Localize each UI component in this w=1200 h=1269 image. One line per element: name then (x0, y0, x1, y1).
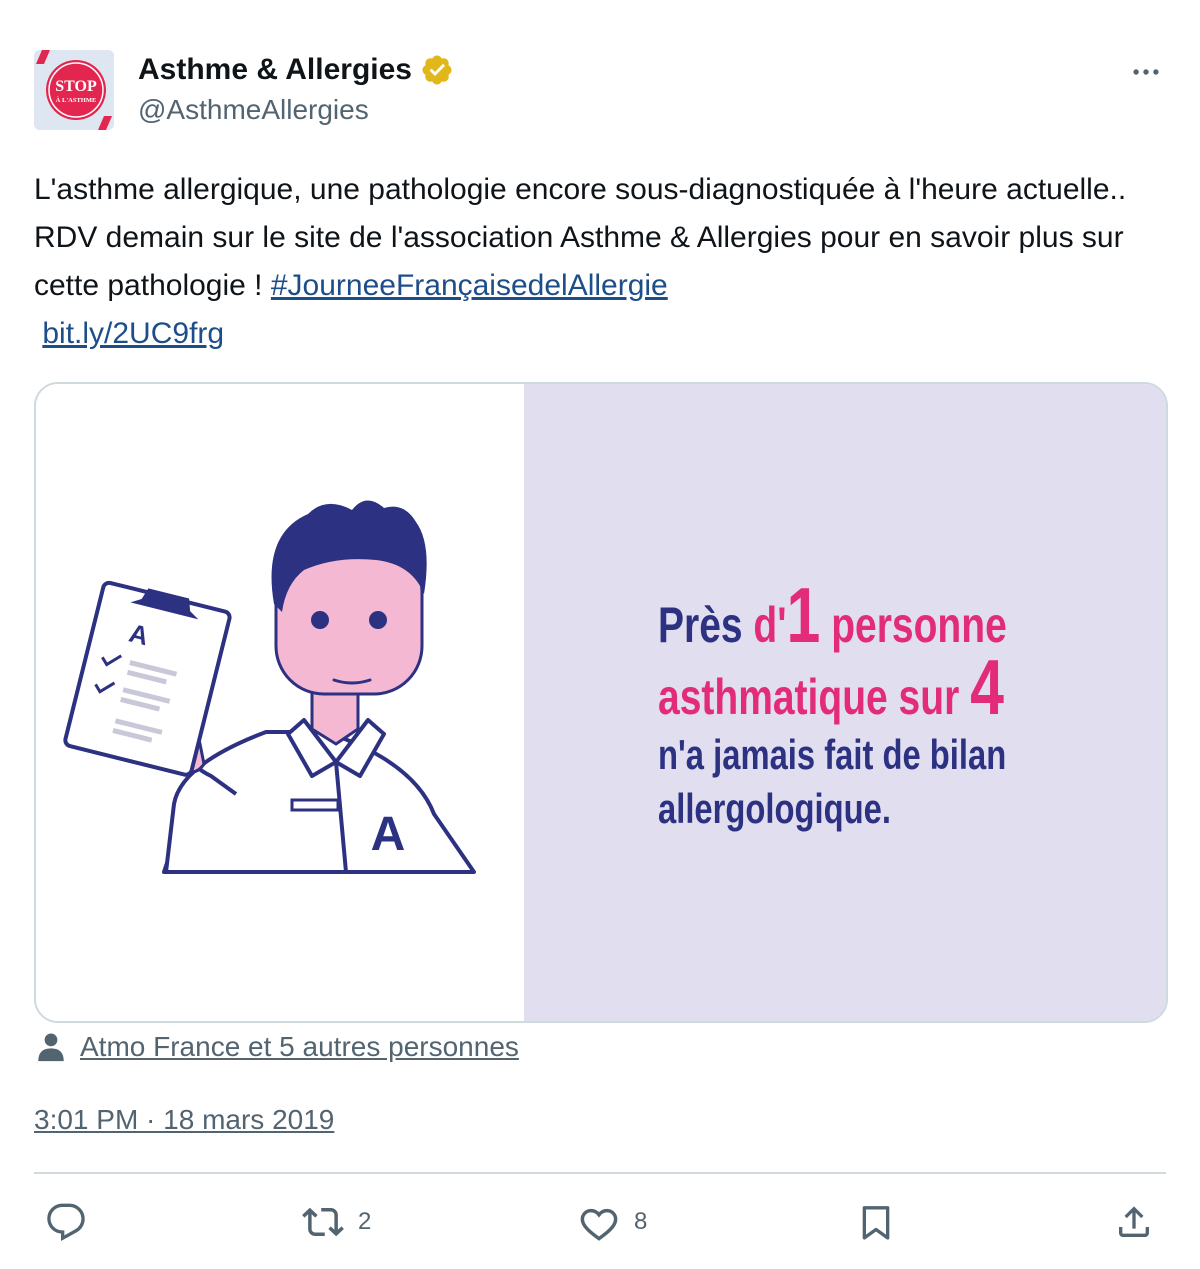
retweet-icon (302, 1207, 344, 1237)
stat-word-pres: Près (658, 597, 743, 653)
tweet-text: L'asthme allergique, une pathologie enco… (34, 166, 1174, 358)
stat-word-asthmatique: asthmatique sur (658, 669, 960, 725)
stat-line-3: n'a jamais fait de bilan (658, 731, 1007, 778)
stat-word-d: d' (753, 597, 787, 653)
share-icon (1119, 1206, 1149, 1237)
retweet-count: 2 (358, 1208, 372, 1235)
stat-text: Près d'1 personne asthmatique sur 4 n'a … (658, 576, 1007, 836)
tweet-media-image[interactable]: A A Près d'1 personne asthmatique sur 4 … (34, 382, 1168, 1023)
author-name[interactable]: Asthme & Allergies (138, 52, 412, 88)
more-options-button[interactable] (1126, 52, 1166, 92)
bookmark-icon (862, 1206, 890, 1240)
avatar-subtitle-text: À L'ASTHME (56, 96, 97, 104)
action-bar: 2 8 (0, 1190, 1200, 1254)
tweet-card: STOP À L'ASTHME Asthme & Allergies @Asth… (0, 0, 1200, 1269)
coat-letter: A (371, 808, 406, 861)
more-horizontal-icon (1133, 69, 1159, 75)
like-count: 8 (634, 1208, 648, 1235)
author-name-row[interactable]: Asthme & Allergies (138, 52, 454, 88)
bookmark-button[interactable] (856, 1190, 896, 1254)
verified-badge-icon (420, 53, 454, 87)
like-button[interactable]: 8 (578, 1190, 647, 1254)
like-heart-icon (580, 1208, 618, 1241)
reply-button[interactable] (46, 1190, 100, 1254)
reply-icon (47, 1203, 85, 1241)
tweet-timestamp[interactable]: 3:01 PM · 18 mars 2019 (34, 1102, 334, 1138)
retweet-button[interactable]: 2 (302, 1190, 371, 1254)
share-button[interactable] (1114, 1190, 1154, 1254)
author-handle[interactable]: @AsthmeAllergies (138, 92, 369, 128)
media-stat-panel: Près d'1 personne asthmatique sur 4 n'a … (524, 384, 1166, 1021)
stat-number-4: 4 (970, 643, 1004, 731)
action-bar-divider (34, 1172, 1166, 1174)
url-link[interactable]: bit.ly/2UC9frg (42, 317, 224, 350)
media-illustration-panel: A A (36, 384, 524, 1021)
avatar-stop-text: STOP (55, 78, 97, 95)
hashtag-link[interactable]: #JourneeFrançaisedelAllergie (271, 269, 668, 302)
person-icon (38, 1033, 64, 1062)
stat-number-1: 1 (786, 571, 821, 659)
stat-line-4: allergologique. (658, 785, 891, 832)
author-avatar[interactable]: STOP À L'ASTHME (34, 50, 114, 130)
likers-row: Atmo France et 5 autres personnes (34, 1030, 519, 1064)
doctor-with-clipboard-illustration: A A (63, 500, 476, 874)
likers-link[interactable]: Atmo France et 5 autres personnes (80, 1031, 519, 1063)
